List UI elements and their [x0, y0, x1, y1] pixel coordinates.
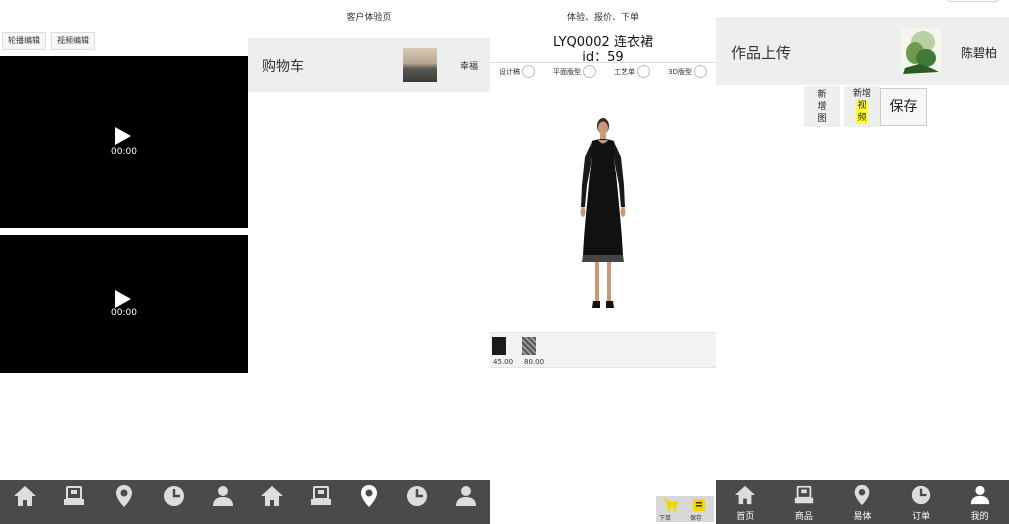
nav-goods[interactable] [296, 480, 344, 524]
play-icon[interactable] [115, 290, 131, 308]
page-title: 客户体验页 [346, 13, 392, 23]
video-label: 视频 [856, 100, 868, 124]
nav-home[interactable] [248, 480, 296, 524]
cart-header: 购物车 幸福 [248, 38, 490, 92]
cart-title: 购物车 [262, 59, 304, 75]
cart-icon[interactable] [662, 498, 678, 512]
video-player[interactable]: 00:00 [0, 56, 248, 228]
goods-icon [794, 485, 814, 504]
tab-carousel-edit[interactable]: 轮播编辑 [2, 32, 46, 50]
save-label: 保存 [690, 515, 703, 522]
upload-header: 作品上传 陈碧柏 [716, 17, 1009, 85]
user-name: 陈碧柏 [961, 46, 998, 60]
home-icon [261, 486, 284, 506]
add-image-button[interactable]: 新增图 [804, 86, 840, 127]
option-3d-pattern[interactable]: 3D版型 [668, 65, 707, 78]
location-icon [115, 485, 132, 507]
home-icon [735, 485, 756, 505]
nav-me[interactable]: 我的 [950, 480, 1009, 524]
bottom-nav [248, 480, 490, 524]
swatch-pattern[interactable] [522, 337, 536, 355]
clock-icon [911, 485, 931, 505]
nav-orders[interactable]: 订单 [892, 480, 951, 524]
radio-button[interactable] [583, 65, 597, 78]
clock-icon [407, 486, 428, 506]
work-upload-panel: 作品上传 陈碧柏 新增图 新增 视频 保存 首页 商品 易体 订单 我的 [716, 0, 1009, 524]
video-player[interactable]: 00:00 [0, 235, 248, 373]
swatch-price: 80.00 [524, 358, 545, 366]
top-button[interactable] [947, 0, 999, 2]
add-video-button[interactable]: 新增 视频 [844, 86, 880, 127]
nav-me[interactable] [198, 480, 248, 524]
nav-home[interactable] [0, 480, 50, 524]
play-icon[interactable] [115, 127, 131, 145]
customer-experience-panel: 客户体验页 购物车 幸福 [248, 0, 490, 524]
nav-orders[interactable] [149, 480, 199, 524]
order-label: 下单 [659, 515, 672, 522]
swatch-bar: 45.00 80.00 [490, 332, 716, 368]
nav-home[interactable]: 首页 [716, 480, 775, 524]
nav-location[interactable] [345, 480, 393, 524]
goods-icon [310, 486, 331, 505]
radio-button[interactable] [637, 65, 651, 78]
user-icon [455, 486, 476, 506]
goods-icon [64, 486, 85, 505]
option-flat-pattern[interactable]: 平面版型 [553, 65, 597, 78]
location-icon [361, 485, 378, 507]
user-icon [213, 486, 234, 506]
swatch-black[interactable] [492, 337, 506, 355]
divider [490, 62, 716, 63]
video-edit-panel: 轮播编辑 视频编辑 00:00 00:00 [0, 0, 248, 524]
bottom-nav [0, 480, 248, 524]
home-icon [13, 486, 36, 506]
user-icon [970, 485, 989, 505]
nav-goods[interactable] [50, 480, 100, 524]
radio-button[interactable] [693, 65, 707, 78]
video-time: 00:00 [111, 308, 137, 318]
page-title: 作品上传 [731, 44, 792, 62]
dress-model-image [580, 118, 626, 308]
avatar[interactable] [901, 28, 941, 74]
bottom-nav: 首页 商品 易体 订单 我的 [716, 480, 1009, 524]
swatch-price: 45.00 [493, 358, 514, 366]
location-icon [855, 484, 870, 506]
user-name: 幸福 [460, 62, 479, 72]
option-design[interactable]: 设计稿 [499, 65, 536, 78]
nav-location[interactable]: 易体 [833, 480, 892, 524]
action-buttons: 下单 保存 [656, 496, 714, 522]
product-detail-panel: 体验、报价、下单 LYQ0002 连衣裙 id：59 设计稿 平面版型 工艺单 … [490, 0, 716, 524]
clock-icon [163, 486, 184, 506]
nav-goods[interactable]: 商品 [775, 480, 834, 524]
nav-me[interactable] [442, 480, 490, 524]
nav-orders[interactable] [393, 480, 441, 524]
nav-location[interactable] [99, 480, 149, 524]
video-time: 00:00 [111, 147, 137, 157]
save-button[interactable]: 保存 [880, 88, 927, 126]
page-title: 体验、报价、下单 [566, 13, 639, 23]
option-tech-sheet[interactable]: 工艺单 [614, 65, 651, 78]
avatar[interactable] [403, 48, 437, 82]
tab-video-edit[interactable]: 视频编辑 [51, 32, 95, 50]
doc-icon[interactable] [692, 498, 706, 512]
radio-button[interactable] [522, 65, 536, 78]
view-options: 设计稿 平面版型 工艺单 3D版型 [490, 65, 716, 78]
